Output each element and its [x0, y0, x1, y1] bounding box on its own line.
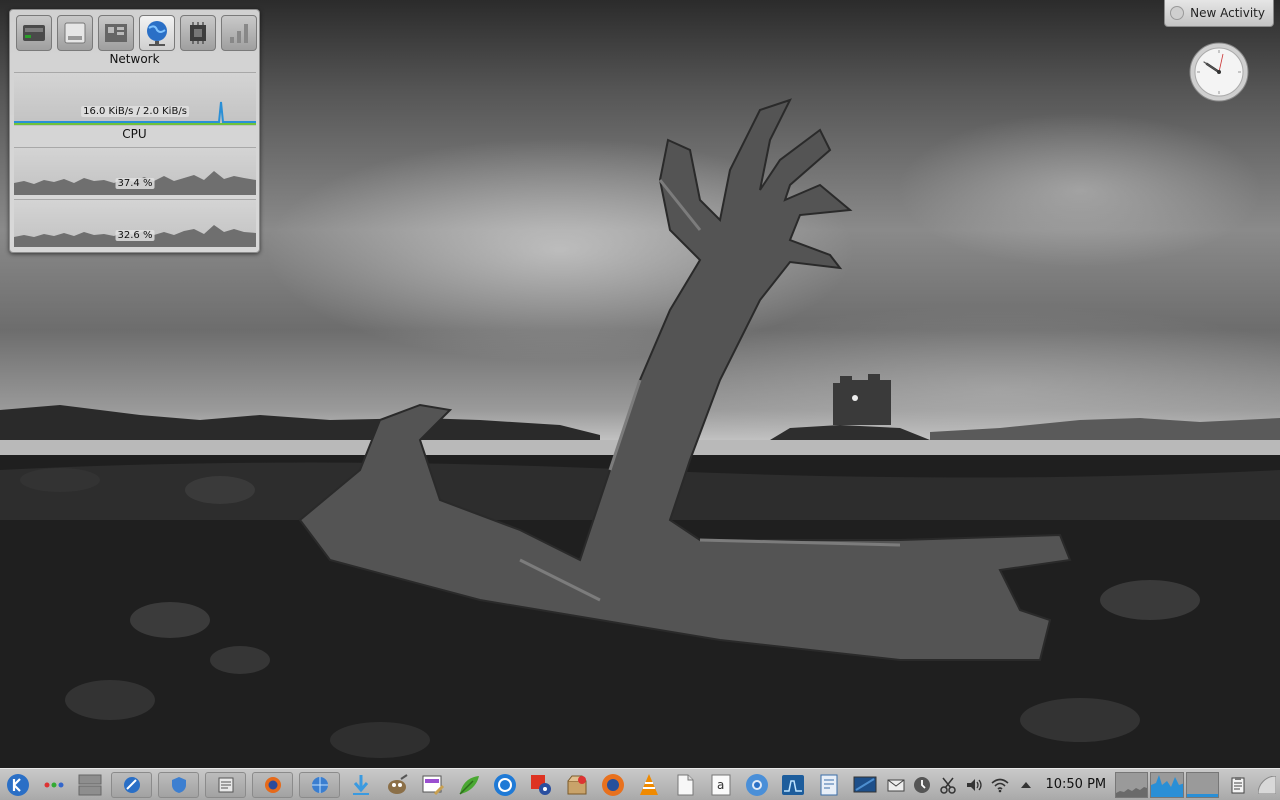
konqueror-task-icon[interactable]	[111, 771, 153, 798]
analog-clock-icon[interactable]	[1189, 42, 1249, 102]
cpu-monitor-mini-graph[interactable]	[1115, 771, 1149, 798]
clipboard-icon[interactable]	[1228, 774, 1248, 796]
hard-disk-icon[interactable]	[16, 15, 52, 51]
settings-tool-icon[interactable]	[528, 772, 554, 798]
web-browser-icon[interactable]	[492, 772, 518, 798]
desktop-pager-icon[interactable]	[77, 772, 103, 798]
system-update-icon[interactable]	[912, 774, 932, 796]
cpu-chip-icon[interactable]	[180, 15, 216, 51]
firefox-icon[interactable]	[600, 772, 626, 798]
network-graph: 16.0 KiB/s / 2.0 KiB/s	[14, 72, 256, 126]
chromium-icon[interactable]	[744, 772, 770, 798]
tray-expand-icon[interactable]	[1016, 774, 1036, 796]
bottom-panel: a 10:50 PM	[0, 768, 1280, 800]
download-icon[interactable]	[348, 772, 374, 798]
panel-clock[interactable]: 10:50 PM	[1045, 777, 1106, 792]
storage-icon[interactable]	[57, 15, 93, 51]
cpu-title: CPU	[122, 127, 147, 141]
svg-text:a: a	[717, 778, 724, 792]
cpu-core-usage-label: 32.6 %	[115, 230, 155, 241]
monitor-graph-icon[interactable]	[780, 772, 806, 798]
network-monitor-mini-graph[interactable]	[1150, 771, 1184, 798]
cpu-core-graph: 37.4 %	[14, 147, 256, 195]
cpu-core-usage-label: 37.4 %	[115, 178, 155, 189]
vlc-icon[interactable]	[636, 772, 662, 798]
new-activity-label: New Activity	[1190, 6, 1265, 20]
memory-monitor-mini-graph[interactable]	[1185, 771, 1219, 798]
new-activity-button[interactable]: New Activity	[1164, 0, 1274, 27]
gimp-icon[interactable]	[384, 772, 410, 798]
text-file-icon[interactable]	[816, 772, 842, 798]
package-installer-icon[interactable]	[564, 772, 590, 798]
cpu-core-graph: 32.6 %	[14, 199, 256, 247]
system-monitor-toolbar	[16, 15, 257, 51]
signal-bars-icon[interactable]	[221, 15, 257, 51]
browser-task-icon[interactable]	[158, 771, 200, 798]
activity-pager-icon[interactable]	[41, 772, 67, 798]
panel-toolbox-icon[interactable]	[1257, 774, 1277, 796]
firefox-task-icon[interactable]	[252, 771, 294, 798]
system-monitor-widget: Network 16.0 KiB/s / 2.0 KiB/s CPU 37.4 …	[9, 9, 260, 253]
gnome-leaf-icon[interactable]	[456, 772, 482, 798]
desktop-icon[interactable]	[852, 772, 878, 798]
volume-icon[interactable]	[964, 774, 984, 796]
kde-kickoff-icon[interactable]	[5, 772, 31, 798]
globe-task-icon[interactable]	[299, 771, 341, 798]
text-editor-icon[interactable]: a	[708, 772, 734, 798]
network-title: Network	[109, 52, 160, 66]
hardware-icon[interactable]	[98, 15, 134, 51]
scissors-icon[interactable]	[938, 774, 958, 796]
activity-cashew-icon	[1170, 6, 1185, 20]
wifi-icon[interactable]	[990, 774, 1010, 796]
mail-icon[interactable]	[886, 774, 906, 796]
document-icon[interactable]	[672, 772, 698, 798]
image-editor-icon[interactable]	[420, 772, 446, 798]
network-traffic-plot	[14, 101, 256, 125]
network-icon[interactable]	[139, 15, 175, 51]
network-rate-label: 16.0 KiB/s / 2.0 KiB/s	[81, 106, 189, 117]
file-manager-task-icon[interactable]	[205, 771, 247, 798]
